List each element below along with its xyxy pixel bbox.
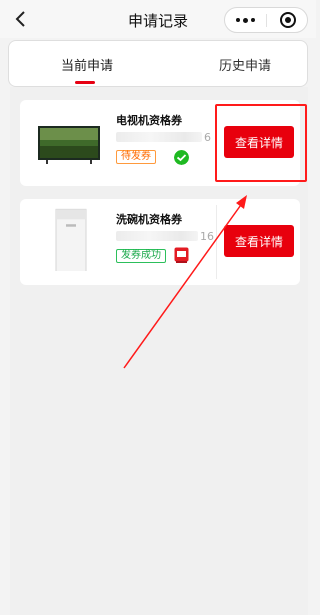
view-details-button[interactable]: 查看详情 [224,225,294,257]
nav-bar: 申请记录 [0,0,316,38]
masked-code [116,132,202,142]
tab-bar: 当前申请 历史申请 [8,40,308,87]
voucher-name: 电视机资格券 [116,114,182,127]
masked-code [116,231,198,241]
voucher-code: 6 [116,130,214,144]
status-badge: 发券成功 [116,249,166,263]
capsule-divider [266,14,267,27]
wechat-pay-icon [174,150,189,165]
record-card: 洗碗机资格券 16 发券成功 查看详情 [20,199,300,285]
unionpay-icon [174,247,189,263]
tab-history[interactable]: 历史申请 [219,55,271,74]
status-badge: 待发券 [116,150,156,164]
more-menu-icon[interactable] [225,8,266,32]
voucher-code: 16 [116,229,214,243]
code-suffix: 16 [200,229,214,243]
active-tab-indicator [75,81,95,84]
miniprogram-capsule [224,7,308,33]
card-divider [216,205,217,279]
dishwasher-image [55,208,87,271]
voucher-name: 洗碗机资格券 [116,213,182,226]
close-miniprogram-icon[interactable] [280,12,296,28]
tv-image [38,126,100,164]
annotation-highlight-box [215,104,307,182]
tab-current[interactable]: 当前申请 [61,55,113,74]
code-suffix: 6 [204,130,211,144]
